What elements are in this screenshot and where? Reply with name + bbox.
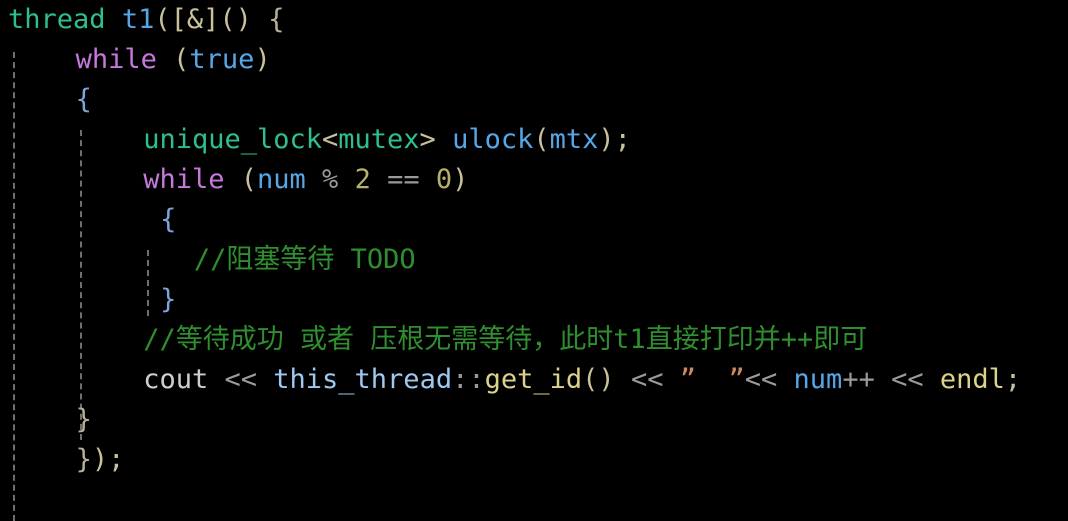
code-token: ) <box>598 124 615 155</box>
code-token: ) <box>91 444 109 475</box>
code-token: [ <box>170 4 187 35</box>
code-token: mutex <box>338 124 420 155</box>
code-token: ( <box>154 4 171 35</box>
code-token: } <box>75 404 92 435</box>
code-token: ulock <box>452 124 534 155</box>
code-token: { <box>75 84 92 115</box>
code-token: true <box>189 44 255 75</box>
code-token: } <box>75 444 92 475</box>
line-6: { <box>0 200 1068 240</box>
line-3: { <box>0 80 1068 120</box>
code-token: :: <box>452 364 485 395</box>
code-token: num <box>793 364 843 395</box>
code-token: ( <box>533 124 550 155</box>
code-token: { <box>160 204 177 235</box>
code-token: ( <box>173 44 190 75</box>
code-token: 2 <box>354 164 371 195</box>
code-token: thread <box>8 4 106 35</box>
code-token: < <box>322 124 339 155</box>
code-token: cout <box>143 364 209 395</box>
code-line[interactable]: //等待成功 或者 压根无需等待，此时t1直接打印并++即可 <box>0 320 1068 360</box>
code-token: { <box>268 4 285 35</box>
code-token: ) <box>598 364 615 395</box>
code-token: mtx <box>549 124 599 155</box>
code-token: ) <box>235 4 252 35</box>
line-9: //等待成功 或者 压根无需等待，此时t1直接打印并++即可 <box>0 320 1068 360</box>
line-8: } <box>0 280 1068 320</box>
code-token: % <box>322 164 339 195</box>
code-token: num <box>257 164 306 195</box>
code-editor-viewport: thread t1([&]() {while (true){unique_loc… <box>0 0 1068 521</box>
code-token: ; <box>108 444 125 475</box>
code-line[interactable]: unique_lock<mutex> ulock(mtx); <box>0 120 1068 160</box>
code-token: & <box>186 4 204 35</box>
code-content-area[interactable]: thread t1([&]() {while (true){unique_loc… <box>0 0 1068 521</box>
code-token: ++ <box>842 364 875 395</box>
code-line[interactable]: while (num % 2 == 0) <box>0 160 1068 200</box>
code-token: ( <box>582 364 599 395</box>
code-token: } <box>160 284 177 315</box>
line-7: //阻塞等待 TODO <box>0 240 1068 280</box>
code-token: ; <box>614 124 631 155</box>
code-token: << <box>891 364 924 395</box>
line-11: } <box>0 400 1068 440</box>
code-token: ) <box>452 164 469 195</box>
code-line[interactable]: cout << this_thread::get_id() << ” ”<< n… <box>0 360 1068 400</box>
line-12: }); <box>0 440 1068 480</box>
line-10: cout << this_thread::get_id() << ” ”<< n… <box>0 360 1068 400</box>
code-token: > <box>419 124 436 155</box>
line-5: while (num % 2 == 0) <box>0 160 1068 200</box>
code-token: this_thread <box>273 364 453 395</box>
code-line[interactable]: while (true) <box>0 40 1068 80</box>
code-line[interactable]: //阻塞等待 TODO <box>0 240 1068 280</box>
code-line[interactable]: }); <box>0 440 1068 480</box>
code-line[interactable]: } <box>0 400 1068 440</box>
line-2: while (true) <box>0 40 1068 80</box>
code-line[interactable]: thread t1([&]() { <box>0 0 1068 40</box>
code-token: unique_lock <box>143 124 322 155</box>
code-token: while <box>75 44 157 75</box>
code-token: ( <box>219 4 236 35</box>
code-token: ) <box>254 44 271 75</box>
code-token: ] <box>203 4 220 35</box>
code-token: get_id <box>484 364 583 395</box>
code-line[interactable]: { <box>0 80 1068 120</box>
line-4: unique_lock<mutex> ulock(mtx); <box>0 120 1068 160</box>
code-token: //等待成功 或者 压根无需等待，此时t1直接打印并++即可 <box>143 324 868 355</box>
line-1: thread t1([&]() { <box>0 0 1068 40</box>
code-token: ” <box>728 364 745 395</box>
code-line[interactable]: { <box>0 200 1068 240</box>
code-token: == <box>387 164 420 195</box>
code-token: 0 <box>435 164 453 195</box>
code-token: ” <box>679 364 696 395</box>
code-token: ( <box>240 164 257 195</box>
code-token: //阻塞等待 TODO <box>193 244 416 275</box>
code-line[interactable]: } <box>0 280 1068 320</box>
code-token: while <box>143 164 225 195</box>
code-token: t1 <box>121 4 155 35</box>
code-token: << <box>224 364 257 395</box>
code-token: ; <box>1004 364 1022 395</box>
code-token: << <box>744 364 778 395</box>
code-token: endl <box>939 364 1005 395</box>
code-token: << <box>630 364 664 395</box>
